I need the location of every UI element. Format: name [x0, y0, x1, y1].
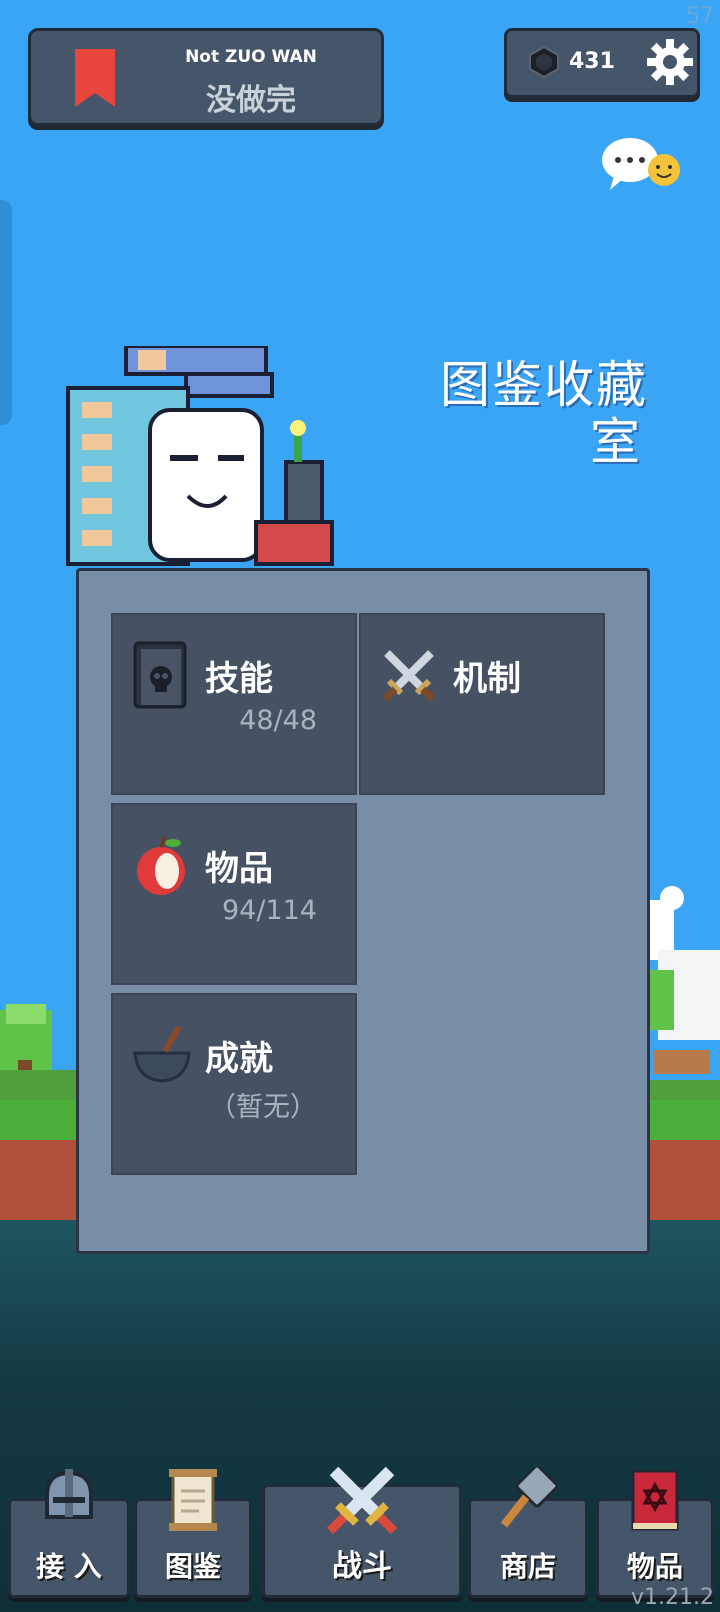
nav-battle-label: 战斗 [332, 1549, 392, 1584]
tile-mechanics-label: 机制 [453, 659, 521, 699]
bowl-icon [133, 1025, 191, 1083]
fps-counter: 57 [686, 4, 714, 29]
currency-box: 431 [504, 28, 700, 98]
scroll-icon [169, 1469, 217, 1531]
title-card[interactable]: Not ZUO WAN 没做完 [28, 28, 384, 126]
hero-character-with-books [66, 346, 334, 566]
skull-book-icon [133, 641, 187, 709]
left-tree-scenery [0, 1004, 76, 1110]
nav-items-label: 物品 [626, 1550, 683, 1583]
room-title-line2: 室 [590, 413, 640, 471]
hammer-icon [500, 1467, 558, 1528]
side-tab-handle[interactable] [0, 200, 12, 425]
red-book-icon [631, 1469, 679, 1531]
bookmark-icon [75, 49, 115, 107]
gem-count: 431 [569, 49, 615, 74]
nav-shop-label: 商店 [499, 1550, 556, 1583]
tile-achievements[interactable]: 成就 （暂无） [111, 993, 357, 1175]
tile-skills-count: 48/48 [239, 705, 317, 736]
tile-items-label: 物品 [205, 849, 273, 889]
title-subtitle: Not ZUO WAN [185, 47, 317, 67]
cloud-puff [660, 886, 684, 910]
tile-achievements-label: 成就 [205, 1039, 273, 1079]
right-tree-scenery [644, 900, 720, 1110]
crossed-swords-icon [382, 650, 436, 702]
tile-skills[interactable]: 技能 48/48 [111, 613, 357, 795]
tile-mechanics[interactable]: 机制 [359, 613, 605, 795]
title-main: 没做完 [206, 83, 296, 118]
tile-items-count: 94/114 [222, 895, 317, 926]
chat-icon[interactable] [600, 136, 684, 196]
nav-join-button[interactable]: 接 入 [8, 1469, 130, 1598]
tile-items[interactable]: 物品 94/114 [111, 803, 357, 985]
collection-panel: 技能 48/48 机制 物品 94/114 成就 （暂无） [76, 568, 650, 1254]
version-label: v1.21.2 [631, 1585, 714, 1610]
helmet-icon [45, 1469, 93, 1519]
nav-codex-button[interactable]: 图鉴 [134, 1469, 252, 1598]
tile-skills-label: 技能 [205, 659, 273, 699]
nav-join-label: 接 入 [36, 1550, 102, 1583]
nav-codex-label: 图鉴 [164, 1550, 221, 1583]
gem-icon [529, 45, 559, 79]
battle-swords-icon [326, 1466, 398, 1535]
nav-items-button[interactable]: 物品 [596, 1469, 714, 1598]
apple-icon [137, 836, 185, 895]
nav-battle-button[interactable]: 战斗 [262, 1466, 462, 1598]
tile-achievements-count: （暂无） [209, 1092, 317, 1123]
gear-icon[interactable] [645, 37, 695, 87]
nav-shop-button[interactable]: 商店 [468, 1467, 588, 1598]
